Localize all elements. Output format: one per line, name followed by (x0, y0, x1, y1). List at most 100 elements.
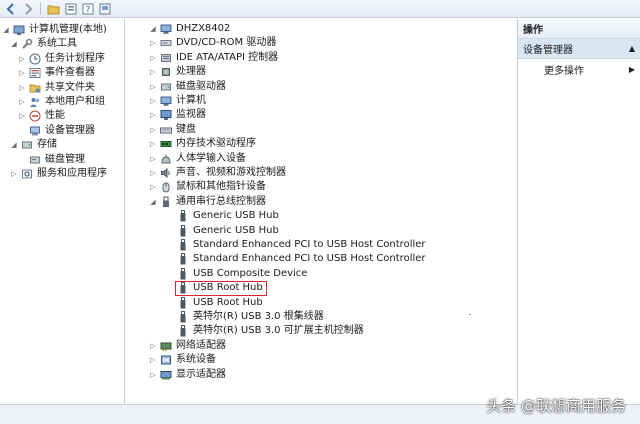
usb-device-icon-wrap (177, 210, 189, 222)
forward-button[interactable] (20, 1, 35, 16)
more-actions-item[interactable]: 更多操作 ▶ (518, 59, 640, 79)
toolbar-separator (40, 2, 41, 15)
collapse-arrow-icon[interactable]: ◢ (10, 37, 18, 51)
device-category[interactable]: ▷ 监视器 (149, 108, 206, 122)
expand-arrow-icon[interactable]: ▷ (18, 66, 26, 80)
device-category[interactable]: ▷ 系统设备 (149, 353, 216, 367)
device-tree-item-label: 处理器 (176, 66, 206, 78)
collapse-arrow-icon[interactable]: ◢ (149, 22, 157, 36)
audio-icon-wrap (160, 167, 172, 179)
properties-button[interactable] (63, 1, 78, 16)
collapse-arrow-icon[interactable]: ◢ (10, 138, 18, 152)
tree-item-content: Generic USB Hub (177, 224, 279, 238)
device-category[interactable]: ▷ 人体学输入设备 (149, 152, 246, 166)
device-category[interactable]: ▷ 磁盘驱动器 (149, 80, 226, 94)
tree-item-content: 监视器 (160, 108, 206, 122)
expand-arrow-icon[interactable]: ▷ (149, 108, 157, 122)
tree-item-content: 键盘 (160, 123, 196, 137)
actions-section-device-manager[interactable]: 设备管理器 ▲ (518, 39, 640, 59)
device-category[interactable]: ▷ 键盘 (149, 123, 196, 137)
performance-icon-wrap (29, 110, 41, 122)
ide-controller-icon (161, 53, 171, 62)
usb-device-item[interactable]: USB Root Hub (177, 296, 263, 310)
device-tree-item-label: 鼠标和其他指针设备 (176, 181, 266, 193)
processor-icon-wrap (160, 66, 172, 78)
console-tree-item[interactable]: ◢ 计算机管理(本地) (2, 23, 107, 37)
collapse-arrow-icon[interactable]: ◢ (2, 23, 10, 37)
expand-arrow-icon[interactable]: ▷ (149, 339, 157, 353)
usb-device-item[interactable]: 英特尔(R) USB 3.0 可扩展主机控制器 (177, 324, 364, 338)
console-tree-item[interactable]: ◢ 存储 (10, 138, 57, 152)
device-category[interactable]: ▷ 声音、视频和游戏控制器 (149, 166, 286, 180)
usb-device-icon-wrap (177, 253, 189, 265)
device-category[interactable]: ▷ 计算机 (149, 94, 206, 108)
usb-device-item[interactable]: USB Composite Device (177, 267, 307, 281)
console-tree-item[interactable]: ▷ 本地用户和组 (18, 95, 105, 109)
services-icon (22, 169, 32, 179)
console-tree-item[interactable]: ▷ 任务计划程序 (18, 52, 105, 66)
console-tree-item[interactable]: ▷ 服务和应用程序 (10, 167, 107, 181)
collapse-arrow-icon[interactable]: ◢ (149, 195, 157, 209)
console-tree-item[interactable]: ▷ 性能 (18, 109, 65, 123)
console-tree-item[interactable]: 磁盘管理 (18, 153, 85, 167)
console-button[interactable] (97, 1, 112, 16)
expand-arrow-icon[interactable]: ▷ (18, 109, 26, 123)
system-device-icon (161, 355, 171, 365)
memory-icon-wrap (160, 138, 172, 150)
usb-device-item[interactable]: Generic USB Hub (177, 209, 279, 223)
expand-arrow-icon[interactable]: ▷ (149, 368, 157, 382)
expand-arrow-icon[interactable]: ▷ (18, 81, 26, 95)
console-tree-item[interactable]: ◢ 系统工具 (10, 37, 77, 51)
svg-text:?: ? (85, 5, 90, 15)
console-tree-item-label: 设备管理器 (45, 124, 95, 136)
device-tree-item-label: 人体学输入设备 (176, 152, 246, 164)
usb-icon (163, 196, 169, 207)
folder-button[interactable] (46, 1, 61, 16)
disk-drive-icon (161, 83, 171, 91)
help-button[interactable]: ? (80, 1, 95, 16)
expand-arrow-icon[interactable]: ▷ (149, 51, 157, 65)
console-icon (99, 3, 110, 14)
device-category[interactable]: ▷ 鼠标和其他指针设备 (149, 180, 266, 194)
device-category[interactable]: ▷ IDE ATA/ATAPI 控制器 (149, 51, 278, 65)
device-tree-item-label: 内存技术驱动程序 (176, 138, 256, 150)
tree-item-content: Standard Enhanced PCI to USB Host Contro… (177, 252, 426, 266)
expand-arrow-icon[interactable]: ▷ (149, 166, 157, 180)
console-tree-item[interactable]: 设备管理器 (18, 124, 95, 138)
computer-manage-icon-wrap (13, 24, 25, 36)
console-tree-item[interactable]: ▷ 共享文件夹 (18, 81, 95, 95)
usb-device-item[interactable]: Generic USB Hub (177, 224, 279, 238)
console-tree-item-label: 磁盘管理 (45, 153, 85, 165)
expand-arrow-icon[interactable]: ▷ (149, 123, 157, 137)
expand-arrow-icon[interactable]: ▷ (149, 152, 157, 166)
expand-arrow-icon[interactable]: ▷ (18, 95, 26, 109)
monitor-icon-wrap (160, 109, 172, 121)
device-tree-item-label: 计算机 (176, 95, 206, 106)
usb-device-item[interactable]: Standard Enhanced PCI to USB Host Contro… (177, 252, 426, 266)
expand-arrow-icon[interactable]: ▷ (149, 353, 157, 367)
expand-arrow-icon[interactable]: ▷ (18, 52, 26, 66)
device-category[interactable]: ▷ DVD/CD-ROM 驱动器 (149, 36, 276, 50)
device-category[interactable]: ▷ 内存技术驱动程序 (149, 137, 256, 151)
usb-device-item[interactable]: 英特尔(R) USB 3.0 根集线器 (177, 310, 324, 324)
device-category[interactable]: ◢ 通用串行总线控制器 (149, 195, 266, 209)
usb-device-icon-wrap (177, 282, 189, 294)
device-category[interactable]: ▷ 处理器 (149, 65, 206, 79)
device-category[interactable]: ▷ 显示适配器 (149, 368, 226, 382)
expand-arrow-icon[interactable]: ▷ (149, 180, 157, 194)
expand-arrow-icon[interactable]: ▷ (149, 36, 157, 50)
actions-pane: 操作 设备管理器 ▲ 更多操作 ▶ (517, 19, 640, 404)
expand-arrow-icon[interactable]: ▷ (149, 80, 157, 94)
console-tree-item-label: 存储 (37, 139, 57, 151)
expand-arrow-icon[interactable]: ▷ (149, 94, 157, 108)
device-tree-root[interactable]: ◢ DHZX8402 (149, 22, 230, 36)
usb-device-item[interactable]: Standard Enhanced PCI to USB Host Contro… (177, 238, 426, 252)
monitor-icon (160, 110, 172, 121)
console-tree-item[interactable]: ▷ 事件查看器 (18, 66, 95, 80)
usb-device-item[interactable]: USB Root Hub (175, 280, 267, 296)
device-category[interactable]: ▷ 网络适配器 (149, 339, 226, 353)
expand-arrow-icon[interactable]: ▷ (149, 137, 157, 151)
back-button[interactable] (3, 1, 18, 16)
expand-arrow-icon[interactable]: ▷ (10, 167, 18, 181)
expand-arrow-icon[interactable]: ▷ (149, 65, 157, 79)
